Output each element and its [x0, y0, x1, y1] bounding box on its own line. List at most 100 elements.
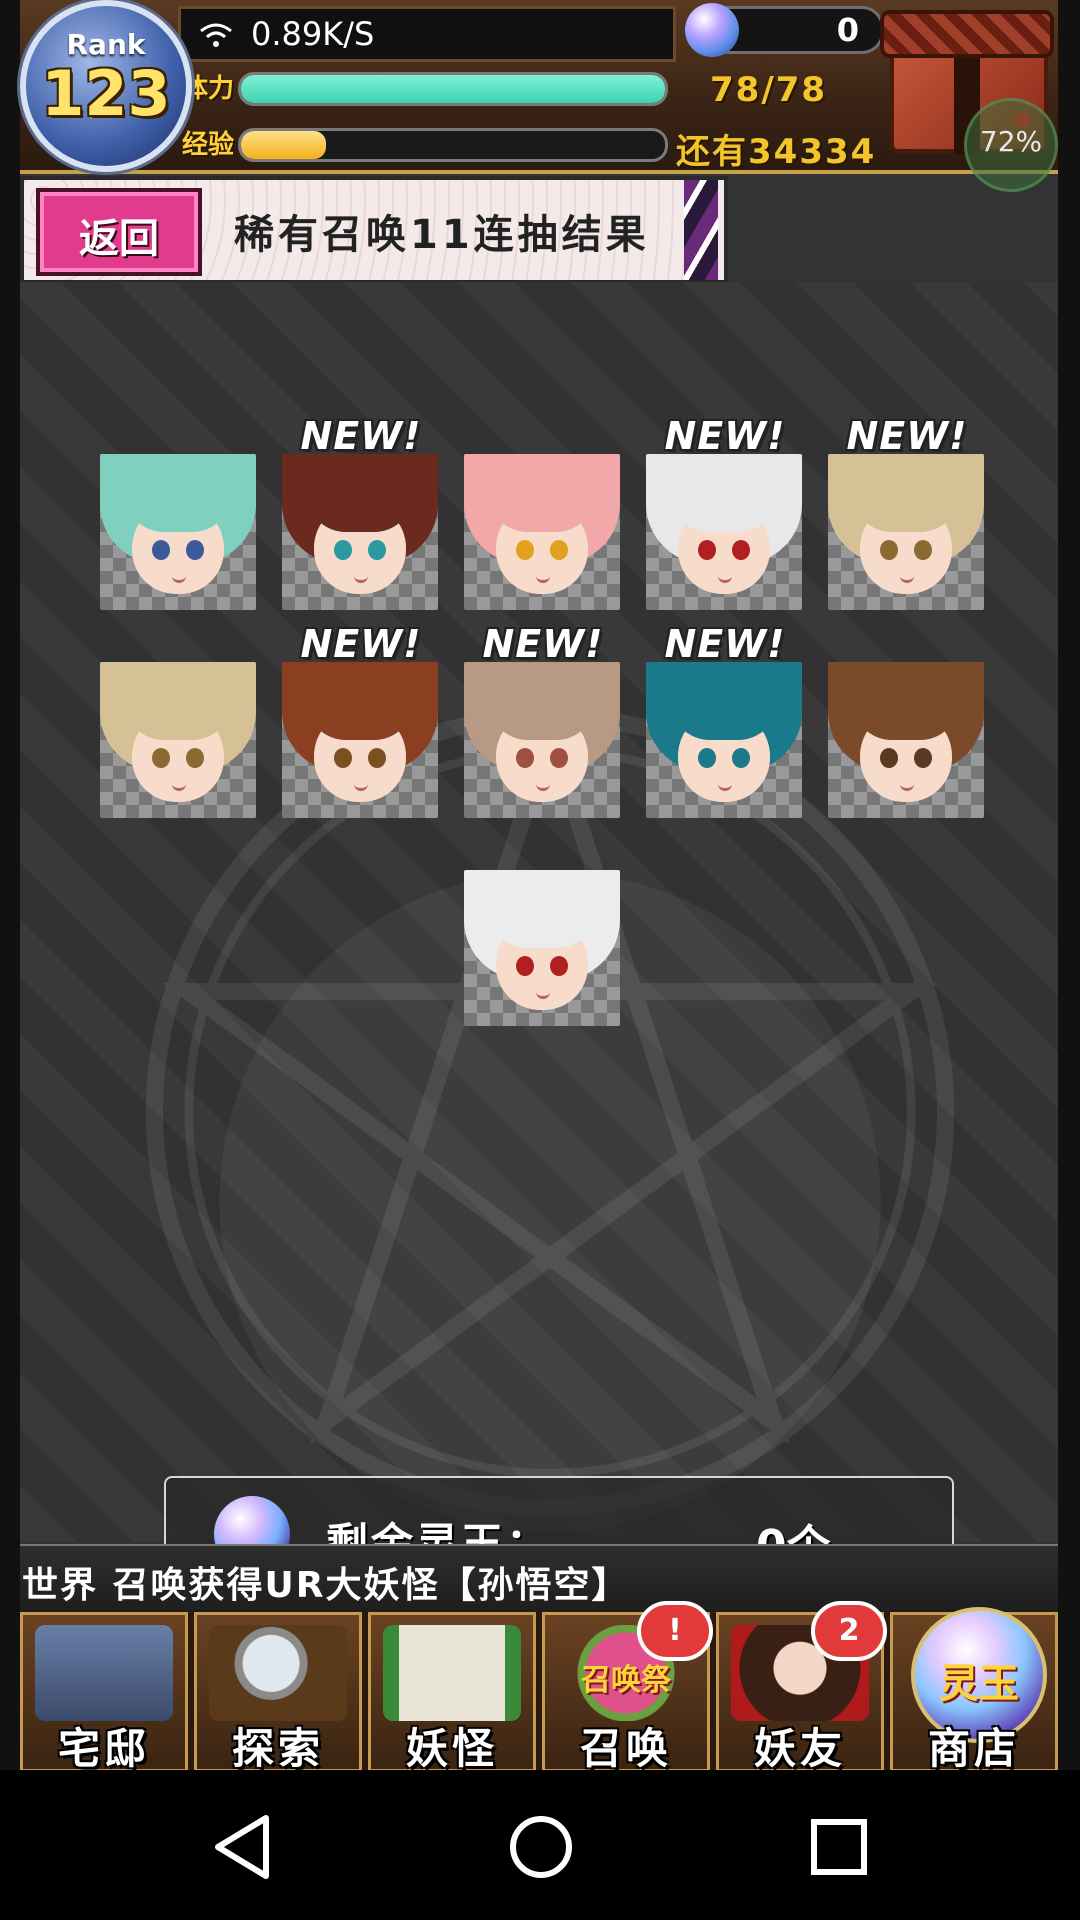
- portrait-fringe: [306, 662, 414, 740]
- stamina-bar: [238, 72, 668, 106]
- result-card[interactable]: [464, 870, 620, 1026]
- nav-shop[interactable]: 灵玉 商店: [890, 1607, 1058, 1770]
- yokai-portrait: [100, 662, 256, 818]
- portrait-eye: [516, 748, 534, 768]
- nav-label: 召唤: [579, 1724, 672, 1770]
- status-bar: Rank 123 0.89K/S 体力 78/78 经验 还有34334 0: [20, 0, 1058, 174]
- result-card[interactable]: [464, 454, 620, 610]
- rank-value: 123: [41, 57, 171, 130]
- mansion-icon: [35, 1625, 173, 1721]
- portrait-eye: [880, 748, 898, 768]
- portrait-eye: [186, 748, 204, 768]
- system-navigation-bar: [0, 1774, 1080, 1920]
- ticker-text: 世界 召唤获得UR大妖怪【孙悟空】: [22, 1565, 630, 1606]
- portrait-eye: [516, 540, 534, 560]
- new-badge: NEW!: [300, 414, 422, 458]
- rank-badge[interactable]: Rank 123: [20, 0, 192, 172]
- result-card[interactable]: [828, 662, 984, 818]
- wifi-icon: [200, 23, 232, 47]
- portrait-eye: [698, 748, 716, 768]
- portrait-eye: [550, 956, 568, 976]
- world-announcement-ticker: 世界 召唤获得UR大妖怪【孙悟空】: [20, 1544, 1058, 1614]
- portrait-eye: [186, 540, 204, 560]
- banner-ribbon: [684, 180, 718, 280]
- title-banner: 返回 稀有召唤11连抽结果: [20, 176, 728, 284]
- portrait-fringe: [670, 662, 778, 740]
- portrait-eye: [516, 956, 534, 976]
- nav-summon[interactable]: 召唤祭 召唤 !: [542, 1601, 713, 1770]
- badge-text: !: [668, 1613, 682, 1648]
- portrait-fringe: [488, 870, 596, 948]
- yokai-portrait: [828, 454, 984, 610]
- yokai-portrait: [282, 454, 438, 610]
- nav-label: 探索: [231, 1724, 324, 1770]
- yokai-scroll-icon: [383, 1625, 521, 1721]
- shop-orb-text: 灵玉: [939, 1661, 1019, 1707]
- result-card[interactable]: NEW!: [646, 414, 802, 610]
- portrait-eye: [550, 748, 568, 768]
- portrait-fringe: [852, 454, 960, 532]
- yokai-portrait: [282, 662, 438, 818]
- result-card[interactable]: [100, 454, 256, 610]
- yokai-portrait: [464, 870, 620, 1026]
- portrait-eye: [880, 540, 898, 560]
- back-button[interactable]: 返回: [36, 188, 202, 276]
- summon-results-area: NEW!NEW!NEW!NEW!NEW!NEW! 剩余灵玉： 0个: [20, 282, 1058, 1600]
- nav-yokai[interactable]: 妖怪: [368, 1612, 536, 1770]
- portrait-eye: [334, 748, 352, 768]
- portrait-fringe: [124, 662, 232, 740]
- portrait-eye: [152, 540, 170, 560]
- back-icon[interactable]: [200, 1804, 286, 1890]
- new-badge: NEW!: [664, 622, 786, 666]
- spirit-orb-counter[interactable]: 0: [685, 3, 884, 57]
- badge-text: 2: [838, 1613, 860, 1648]
- result-card[interactable]: NEW!: [282, 622, 438, 818]
- yokai-portrait: [100, 454, 256, 610]
- nav-mansion[interactable]: 宅邸: [20, 1612, 188, 1770]
- spirit-orb-icon: [685, 3, 739, 57]
- result-card[interactable]: NEW!: [828, 414, 984, 610]
- result-card[interactable]: NEW!: [646, 622, 802, 818]
- back-button-label: 返回: [79, 216, 159, 262]
- portrait-eye: [698, 540, 716, 560]
- summon-festival-text: 召唤祭: [581, 1663, 671, 1698]
- exp-bar: [238, 128, 668, 162]
- result-card[interactable]: NEW!: [282, 414, 438, 610]
- result-card[interactable]: [100, 662, 256, 818]
- portrait-eye: [732, 748, 750, 768]
- yokai-portrait: [464, 454, 620, 610]
- nav-label: 妖怪: [405, 1724, 498, 1770]
- exp-label: 经验: [182, 130, 235, 160]
- yokai-portrait: [646, 454, 802, 610]
- portrait-fringe: [488, 454, 596, 532]
- portrait-eye: [368, 748, 386, 768]
- portrait-eye: [152, 748, 170, 768]
- spirit-orb-count: 0: [836, 11, 859, 49]
- nav-label: 宅邸: [57, 1724, 150, 1770]
- battery-percent: 72%: [979, 125, 1043, 158]
- yokai-portrait: [464, 662, 620, 818]
- portrait-eye: [550, 540, 568, 560]
- yokai-portrait: [828, 662, 984, 818]
- nav-explore[interactable]: 探索: [194, 1612, 362, 1770]
- bottom-navigation: 宅邸 探索 妖怪 召唤祭 召唤 ! 妖友 2 灵玉 商店: [20, 1601, 1058, 1770]
- battery-indicator: 72%: [964, 98, 1058, 192]
- nav-label: 商店: [927, 1724, 1020, 1770]
- portrait-eye: [914, 748, 932, 768]
- portrait-eye: [732, 540, 750, 560]
- portrait-eye: [334, 540, 352, 560]
- new-badge: NEW!: [664, 414, 786, 458]
- portrait-eye: [914, 540, 932, 560]
- home-icon[interactable]: [498, 1804, 584, 1890]
- new-badge: NEW!: [482, 622, 604, 666]
- network-speed: 0.89K/S: [251, 15, 375, 53]
- recent-apps-icon[interactable]: [796, 1804, 882, 1890]
- result-card[interactable]: NEW!: [464, 622, 620, 818]
- right-frame: [1058, 0, 1080, 1770]
- nav-friends[interactable]: 妖友 2: [716, 1601, 887, 1770]
- magnifier-map-icon: [209, 1625, 347, 1721]
- game-screen: Rank 123 0.89K/S 体力 78/78 经验 还有34334 0 7…: [0, 0, 1080, 1770]
- notification-badge: 2: [811, 1601, 887, 1661]
- network-speed-box: 0.89K/S: [178, 6, 676, 62]
- yokai-portrait: [646, 662, 802, 818]
